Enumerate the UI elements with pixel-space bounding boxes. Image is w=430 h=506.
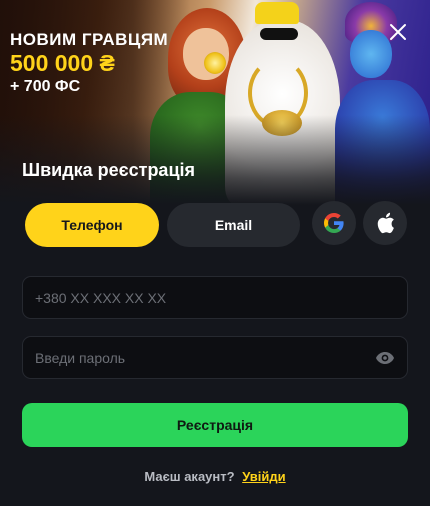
login-link[interactable]: Увійди: [242, 469, 285, 484]
password-field-wrapper: [22, 336, 408, 379]
phone-field-wrapper: [22, 276, 408, 319]
close-icon: [390, 24, 406, 40]
google-icon: [324, 213, 344, 233]
eye-icon[interactable]: [375, 350, 395, 366]
password-input[interactable]: [23, 337, 407, 378]
apple-login-button[interactable]: [363, 201, 407, 245]
phone-input[interactable]: [23, 277, 407, 318]
promo-banner: НОВИМ ГРАВЦЯМ 500 000 ₴ + 700 ФС Швидка …: [0, 0, 430, 205]
registration-modal: НОВИМ ГРАВЦЯМ 500 000 ₴ + 700 ФС Швидка …: [0, 0, 430, 506]
login-question: Маєш акаунт?: [144, 469, 235, 484]
page-title: Швидка реєстрація: [22, 160, 196, 180]
login-prompt: Маєш акаунт? Увійди: [0, 469, 430, 484]
apple-icon: [377, 212, 394, 234]
register-button[interactable]: Реєстрація: [22, 403, 408, 447]
promo-headline: НОВИМ ГРАВЦЯМ: [10, 30, 169, 49]
tab-email[interactable]: Email: [167, 203, 300, 247]
promo-free-spins: + 700 ФС: [10, 78, 81, 95]
close-button[interactable]: [384, 18, 412, 46]
promo-amount: 500 000 ₴: [10, 50, 115, 76]
coin-icon: [204, 52, 226, 74]
tab-phone[interactable]: Телефон: [25, 203, 159, 247]
google-login-button[interactable]: [312, 201, 356, 245]
